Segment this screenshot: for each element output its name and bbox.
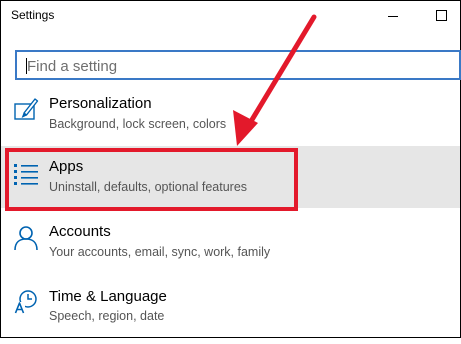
category-description: Background, lock screen, colors [49,117,227,131]
settings-window: Settings Personalization Background, loc… [0,0,461,338]
maximize-button[interactable] [421,1,461,29]
category-label: Personalization [49,95,152,112]
minimize-icon [388,15,398,17]
apps-icon [14,164,38,185]
category-description: Uninstall, defaults, optional features [49,180,248,194]
category-description: Your accounts, email, sync, work, family [49,245,271,259]
minimize-button[interactable] [373,1,413,29]
category-time-language[interactable]: Time & Language Speech, region, date [1,280,460,344]
category-accounts[interactable]: Accounts Your accounts, email, sync, wor… [1,215,460,279]
search-box[interactable] [15,50,461,80]
window-title: Settings [11,8,55,22]
maximize-icon [435,9,447,21]
category-personalization[interactable]: Personalization Background, lock screen,… [1,87,460,151]
category-label: Time & Language [49,288,167,305]
search-input[interactable] [27,55,427,77]
category-label: Apps [49,158,84,175]
personalization-icon [14,98,39,120]
category-description: Speech, region, date [49,309,165,323]
time-language-icon [14,290,37,314]
category-apps[interactable]: Apps Uninstall, defaults, optional featu… [1,146,460,208]
category-label: Accounts [49,223,111,240]
person-icon [14,226,38,251]
title-bar: Settings [1,1,460,31]
